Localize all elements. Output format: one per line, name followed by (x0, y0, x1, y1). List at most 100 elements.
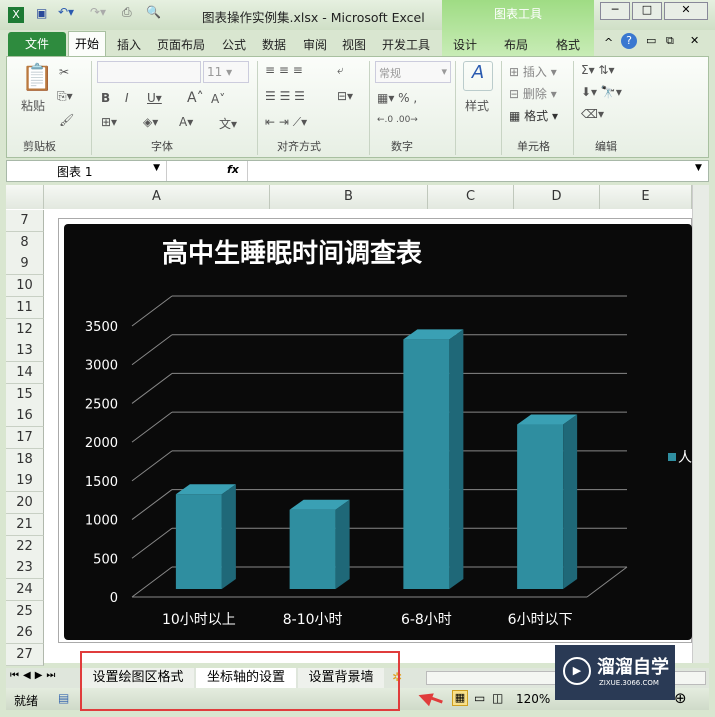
tab-layout[interactable]: 布局 (504, 34, 528, 57)
chart-plot-background[interactable]: 高中生睡眠时间调查表 0 500 1000 1500 2000 2500 3000 3500 1… (64, 224, 692, 640)
cut-icon[interactable]: ✂ (59, 65, 69, 79)
help-icon[interactable]: ? (621, 33, 637, 49)
copy-icon[interactable]: ⎘▾ (57, 89, 73, 104)
row-header[interactable]: 26 (6, 622, 44, 645)
normal-view-icon[interactable]: ▦ (452, 690, 468, 706)
collapse-ribbon-icon[interactable]: ^ (604, 36, 613, 49)
number-format-value: 常规 (379, 67, 401, 80)
number-format-select[interactable]: 常规 ▾ (375, 61, 451, 83)
row-header[interactable]: 16 (6, 405, 44, 428)
zoom-in-icon[interactable]: ⊕ (674, 689, 687, 707)
row-header[interactable]: 25 (6, 600, 44, 623)
vertical-scrollbar[interactable] (692, 185, 709, 663)
tab-developer[interactable]: 开发工具 (382, 34, 430, 57)
font-name-select[interactable] (97, 61, 201, 83)
chart-title[interactable]: 高中生睡眠时间调查表 (162, 238, 423, 269)
row-header[interactable]: 14 (6, 361, 44, 384)
macro-record-icon[interactable]: ▤ (58, 691, 69, 705)
undo-icon[interactable]: ↶▾ (58, 5, 74, 19)
row-header[interactable]: 15 (6, 383, 44, 406)
column-header-d[interactable]: D (514, 185, 600, 209)
row-header[interactable]: 7 (6, 210, 44, 232)
print-preview-icon[interactable]: 🔍 (146, 5, 161, 19)
row-header[interactable]: 11 (6, 296, 44, 319)
row-header[interactable]: 17 (6, 427, 44, 449)
page-layout-view-icon[interactable]: ▭ (474, 691, 485, 705)
tab-review[interactable]: 审阅 (303, 34, 327, 57)
styles-icon[interactable]: A (463, 61, 493, 91)
zoom-level[interactable]: 120% (516, 692, 550, 706)
tab-design[interactable]: 设计 (453, 34, 477, 57)
tab-home[interactable]: 开始 (68, 31, 106, 57)
row-header[interactable]: 18 (6, 448, 44, 471)
tab-page-layout[interactable]: 页面布局 (157, 34, 205, 57)
styles-button[interactable]: 样式 (465, 97, 489, 114)
tab-formulas[interactable]: 公式 (222, 34, 246, 57)
row-header[interactable]: 22 (6, 535, 44, 558)
paste-label[interactable]: 粘贴 (21, 97, 45, 114)
clear-icon[interactable]: ⌫▾ (581, 107, 604, 121)
gridline (131, 373, 173, 404)
format-painter-icon[interactable]: 🖌 (59, 113, 74, 127)
border-icon[interactable]: ⊞▾ (101, 115, 117, 129)
tab-view[interactable]: 视图 (342, 34, 366, 57)
doc-close-icon[interactable]: ✕ (690, 34, 699, 47)
paste-icon[interactable]: 📋 (21, 63, 53, 93)
tab-insert[interactable]: 插入 (117, 34, 141, 57)
row-header[interactable]: 8 (6, 231, 44, 254)
redo-icon[interactable]: ↷▾ (90, 5, 106, 19)
currency-icon[interactable]: ▦▾ % , (377, 91, 417, 105)
expand-formula-icon[interactable]: ▼ (695, 163, 702, 173)
fx-icon[interactable]: fx (227, 163, 239, 176)
tab-data[interactable]: 数据 (262, 34, 286, 57)
column-header-e[interactable]: E (600, 185, 692, 209)
fill-color-icon[interactable]: ◈▾ (143, 115, 158, 129)
x-tick-label: 10小时以上 (162, 612, 236, 628)
select-all-corner[interactable] (6, 185, 44, 209)
minimize-button[interactable]: ─ (600, 2, 630, 20)
page-break-view-icon[interactable]: ◫ (492, 691, 503, 705)
file-tab[interactable]: 文件 (8, 32, 66, 56)
align-top-icon[interactable]: ≡ ≡ ≡ (265, 63, 303, 77)
row-header[interactable]: 13 (6, 340, 44, 363)
save-icon[interactable]: ▣ (36, 6, 47, 20)
bold-icon[interactable]: B (101, 91, 110, 105)
excel-logo-icon: X (8, 7, 24, 23)
wrap-text-icon[interactable]: ⤶ (337, 63, 344, 78)
align-left-icon[interactable]: ☰ ☰ ☰ (265, 89, 305, 103)
column-header-b[interactable]: B (270, 185, 428, 209)
name-box[interactable]: 图表 1 ▼ (7, 161, 167, 181)
merge-center-icon[interactable]: ⊟▾ (337, 89, 353, 103)
phonetic-icon[interactable]: 文▾ (219, 115, 237, 132)
shrink-font-icon[interactable]: A˅ (211, 92, 225, 106)
fill-find-icon[interactable]: ⬇▾ 🔭▾ (581, 85, 622, 99)
decimal-icon[interactable]: ←.0 .00→ (377, 115, 418, 125)
tab-format[interactable]: 格式 (556, 34, 580, 57)
row-header[interactable]: 21 (6, 513, 44, 536)
indent-icon[interactable]: ⇤ ⇥ ⟋▾ (265, 115, 307, 130)
autosum-icon[interactable]: Σ▾ ⇅▾ (581, 63, 615, 77)
font-size-select[interactable]: 11 ▾ (203, 61, 249, 83)
close-button[interactable]: ✕ (664, 2, 708, 20)
y-tick-label: 500 (93, 552, 118, 567)
italic-icon[interactable]: I (125, 91, 129, 105)
row-header[interactable]: 20 (6, 492, 44, 515)
print-icon[interactable]: ⎙ (122, 5, 132, 20)
row-header[interactable]: 23 (6, 557, 44, 580)
font-color-icon[interactable]: A▾ (179, 115, 193, 129)
row-header[interactable]: 27 (6, 644, 44, 666)
underline-icon[interactable]: U▾ (147, 91, 162, 105)
row-header[interactable]: 9 (6, 253, 44, 276)
column-header-a[interactable]: A (44, 185, 270, 209)
doc-minimize-icon[interactable]: ▭ (646, 34, 656, 47)
row-header[interactable]: 24 (6, 578, 44, 601)
doc-restore-icon[interactable]: ⧉ (666, 34, 674, 48)
row-header[interactable]: 12 (6, 318, 44, 341)
column-header-c[interactable]: C (428, 185, 514, 209)
maximize-button[interactable]: □ (632, 2, 662, 20)
sheet-nav-arrows-icon[interactable]: ⏮◀▶⏭ (10, 670, 59, 681)
formula-input[interactable] (247, 161, 691, 181)
grow-font-icon[interactable]: A˄ (187, 90, 204, 106)
row-header[interactable]: 10 (6, 275, 44, 298)
row-header[interactable]: 19 (6, 470, 44, 493)
